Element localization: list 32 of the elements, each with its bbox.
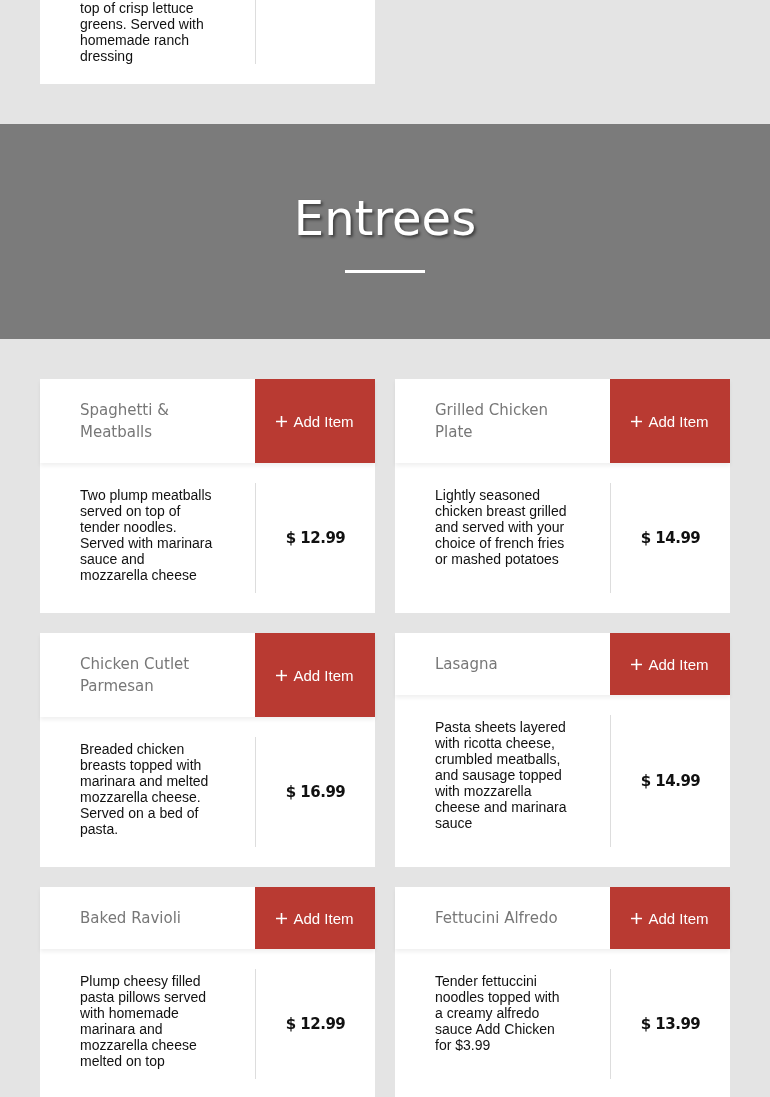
item-description: Tender fettuccini noodles topped with a creamy alfredo sauce Add Chicken for $3.99	[435, 972, 561, 1055]
plus-icon	[276, 415, 288, 427]
item-name: Lasagna	[434, 654, 499, 675]
add-item-button[interactable]: Add Item	[255, 887, 375, 949]
add-item-button[interactable]: Add Item	[610, 887, 730, 949]
section-title: Entrees	[293, 190, 477, 246]
item-price: $ 16.99	[285, 783, 346, 801]
item-price: $ 14.99	[640, 529, 701, 547]
item-name: Grilled Chicken Plate	[434, 400, 550, 443]
plus-icon	[631, 658, 643, 670]
item-description: Lightly seasoned chicken breast grilled and served with your choice of french fries or mashed potatoes	[435, 486, 568, 569]
add-item-button[interactable]: Add Item	[255, 633, 375, 717]
item-description: Plump cheesy filled pasta pillows served with homemade marinara and mozzarella cheese melted on top	[80, 972, 208, 1071]
item-description: Two plump meatballs served on top of tender noodles. Served with marinara sauce and mozzarella cheese	[80, 486, 214, 585]
add-item-button[interactable]: Add Item	[610, 633, 730, 695]
item-name: Fettucini Alfredo	[434, 908, 559, 929]
item-price: $ 14.99	[640, 772, 701, 790]
item-price: $ 12.99	[285, 1015, 346, 1033]
item-description: Breaded chicken breasts topped with marinara and melted mozzarella cheese. Served on a bed of pasta.	[80, 740, 210, 839]
item-name: Spaghetti & Meatballs	[79, 400, 170, 443]
item-price: $ 12.99	[285, 529, 346, 547]
plus-icon	[276, 669, 288, 681]
item-name: Baked Ravioli	[79, 908, 182, 929]
item-name: Chicken Cutlet Parmesan	[79, 654, 191, 697]
add-item-button[interactable]: Add Item	[610, 379, 730, 463]
item-description: Pasta sheets layered with ricotta cheese, crumbled meatballs, and sausage topped with mozzarella cheese and marinara sauce	[435, 718, 568, 833]
plus-icon	[276, 912, 288, 924]
plus-icon	[631, 912, 643, 924]
item-description: top of crisp lettuce greens. Served with homemade ranch dressing	[80, 0, 205, 64]
item-price: $ 13.99	[640, 1015, 701, 1033]
add-item-button[interactable]: Add Item	[255, 379, 375, 463]
plus-icon	[631, 415, 643, 427]
